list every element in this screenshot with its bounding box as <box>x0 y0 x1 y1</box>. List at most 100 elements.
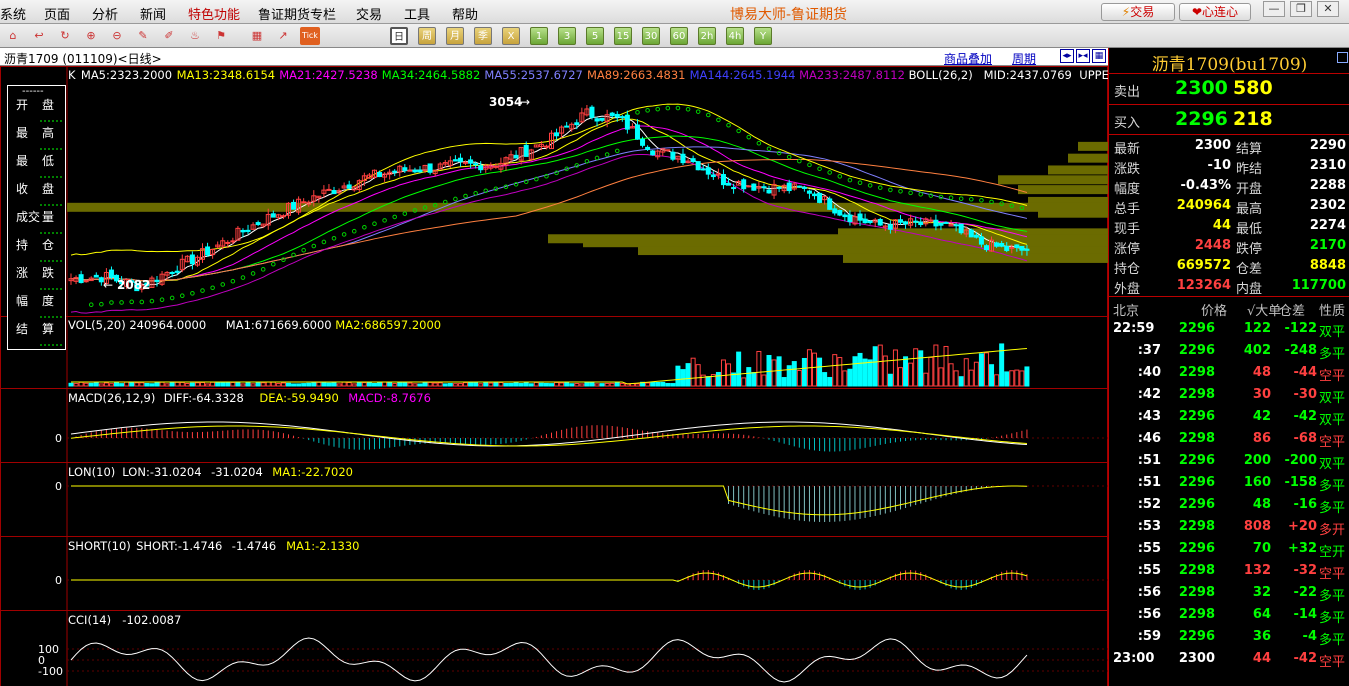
close-button[interactable]: ✕ <box>1317 1 1339 17</box>
ma-legend-1: MA5:2323.2000 <box>81 68 172 82</box>
volume-bar <box>523 382 529 387</box>
sar-dot <box>665 105 671 111</box>
minute-6-button[interactable]: 2h <box>698 27 716 45</box>
help-connect-button[interactable]: ❤心连心 <box>1179 3 1251 21</box>
period-2-button[interactable]: 月 <box>446 27 464 45</box>
help-connect-label: 心连心 <box>1202 5 1239 19</box>
candle-body <box>543 145 549 148</box>
minute-4-button[interactable]: 30 <box>642 27 660 45</box>
volume-bar <box>554 381 560 387</box>
minute-5-button[interactable]: 60 <box>670 27 688 45</box>
menu-item-6[interactable]: 交易 <box>356 4 382 23</box>
minute-3-button[interactable]: 15 <box>614 27 632 45</box>
menu-item-2[interactable]: 分析 <box>92 4 118 23</box>
tick-price: 2296 <box>1178 409 1215 424</box>
trade-button[interactable]: ⚡交易 <box>1101 3 1175 21</box>
volume-bar <box>205 383 211 387</box>
kline-icon[interactable]: ↗ <box>274 27 292 45</box>
home-icon[interactable]: ⌂ <box>4 27 22 45</box>
period-4-button[interactable]: X <box>502 27 520 45</box>
candle-body <box>523 144 529 157</box>
sar-dot <box>918 192 924 197</box>
zoom-out-icon[interactable]: ⊖ <box>108 27 126 45</box>
minute-2-button[interactable]: 5 <box>586 27 604 45</box>
minute-7-button[interactable]: 4h <box>726 27 744 45</box>
zoom-in-icon[interactable]: ⊕ <box>82 27 100 45</box>
volume-bar <box>478 383 484 387</box>
stamp-icon[interactable]: ⚑ <box>212 27 230 45</box>
menu-item-0[interactable]: 系统 <box>0 4 26 23</box>
candle-body <box>705 167 711 175</box>
stat-value: 2170 <box>1309 238 1346 253</box>
tick-row: :56 2298 32 -22 多平 <box>1109 585 1349 607</box>
menu-item-5[interactable]: 鲁证期货专栏 <box>258 4 336 23</box>
candle-body <box>897 219 903 223</box>
tick-position-diff: -14 <box>1293 607 1318 622</box>
sar-dot <box>301 247 306 253</box>
candle-body <box>427 163 433 173</box>
candle-body <box>230 240 236 243</box>
kline-chart[interactable]: 3054→← 2082K MA5:2323.2000 MA13:2348.6154 MA… <box>0 66 1108 686</box>
menu-item-4[interactable]: 特色功能 <box>188 4 240 23</box>
volume-bar <box>498 381 504 387</box>
cup-icon[interactable]: ♨ <box>186 27 204 45</box>
period-3-button[interactable]: 季 <box>474 27 492 45</box>
tick-position-diff: -42 <box>1293 651 1318 666</box>
volume-bar <box>756 350 762 387</box>
menu-item-3[interactable]: 新闻 <box>140 4 166 23</box>
restore-button[interactable]: ❐ <box>1290 1 1312 17</box>
candle-body <box>599 117 605 121</box>
lon-zero-label: 0 <box>55 480 62 493</box>
tick-icon[interactable]: Tick <box>300 27 320 45</box>
sar-dot <box>604 152 610 157</box>
stat-value: 2274 <box>1309 218 1346 233</box>
tick-nature: 空平 <box>1319 369 1346 384</box>
minute-1-button[interactable]: 3 <box>558 27 576 45</box>
menu-item-1[interactable]: 页面 <box>44 4 70 23</box>
candle-body <box>670 151 676 160</box>
sar-dot <box>240 275 246 280</box>
next-icon[interactable]: ▸◂ <box>1076 49 1090 63</box>
tick-nature: 多平 <box>1319 347 1346 362</box>
volume-bar <box>468 381 474 387</box>
sar-dot <box>655 106 661 112</box>
sar-dot <box>837 174 843 179</box>
minute-8-button[interactable]: Y <box>754 27 772 45</box>
period-0-button[interactable]: 日 <box>390 27 408 45</box>
volume-bar <box>306 382 312 387</box>
volume-bar <box>599 383 605 387</box>
sar-dot <box>867 183 873 188</box>
tick-row: :55 2298 132 -32 空平 <box>1109 563 1349 585</box>
minute-0-button[interactable]: 1 <box>530 27 548 45</box>
tick-nature: 多平 <box>1319 479 1346 494</box>
info-label-a: 最 <box>16 154 28 168</box>
stat-value: 2300 <box>1194 138 1231 153</box>
expand-icon[interactable]: ▦ <box>1092 49 1106 63</box>
refresh-icon[interactable]: ↻ <box>56 27 74 45</box>
ma-legend-6: MA89:2663.4831 <box>587 68 686 82</box>
volume-bar <box>665 383 671 387</box>
back-icon[interactable]: ↩ <box>30 27 48 45</box>
stat-label: 最高 <box>1236 202 1263 217</box>
menu-bar: 系统 页面 分析 新闻 特色功能 鲁证期货专栏 交易 工具 帮助 博易大师-鲁证期货 ⚡交易 ❤… <box>0 0 1349 24</box>
minimize-button[interactable]: — <box>1263 1 1285 17</box>
prev-icon[interactable]: ◂▸ <box>1060 49 1074 63</box>
short-ma-line <box>71 572 1028 588</box>
sar-dot <box>635 110 640 115</box>
volume-bar <box>316 381 322 387</box>
overlay-link[interactable]: 商品叠加 <box>944 50 992 67</box>
menu-item-7[interactable]: 工具 <box>404 4 430 23</box>
volume-bar <box>973 361 979 387</box>
draw-icon[interactable]: ✐ <box>160 27 178 45</box>
candle-body <box>478 165 484 171</box>
tick-position-diff: -22 <box>1293 585 1318 600</box>
panel-toggle-icon[interactable] <box>1337 52 1348 63</box>
candle-body <box>958 223 964 234</box>
period-link[interactable]: 周期 <box>1012 50 1036 67</box>
volume-bar <box>245 381 251 387</box>
menu-item-8[interactable]: 帮助 <box>452 4 478 23</box>
grid-icon[interactable]: ▦ <box>248 27 266 45</box>
pen-icon[interactable]: ✎ <box>134 27 152 45</box>
period-1-button[interactable]: 周 <box>418 27 436 45</box>
candle-body <box>270 213 276 218</box>
